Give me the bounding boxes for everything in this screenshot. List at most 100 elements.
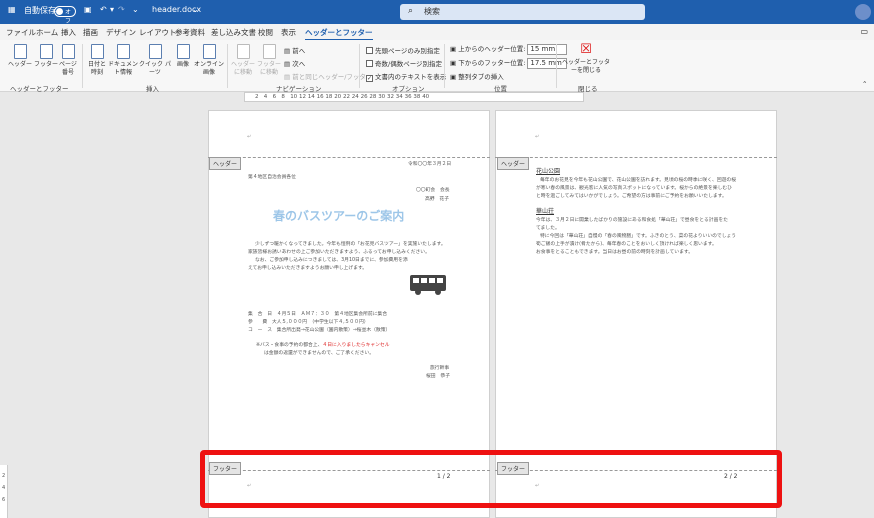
detail-line: コ ー ス 集合所出発→花山公園（園内散策）→桜並木（散策） xyxy=(248,328,391,333)
insert-alignment-tab-button[interactable]: ▣ 整列タブの挿入 xyxy=(450,71,504,81)
ruler-tick: 8 xyxy=(281,94,285,100)
ruler-tick: 2 xyxy=(255,94,259,100)
page-number-icon xyxy=(61,44,75,59)
ruler-tick: 30 xyxy=(378,94,386,100)
save-icon[interactable]: ▣ xyxy=(84,5,92,14)
footer-highlight-box xyxy=(200,450,782,508)
undo-dropdown-icon[interactable]: ▾ xyxy=(110,5,114,14)
word-app-icon[interactable]: ▦ xyxy=(8,5,16,14)
note-text: ※バス・食事の予約の都合上、 xyxy=(256,343,323,348)
body-text: なお、ご参加申し込みにつきましては、3月10日までに xyxy=(255,258,375,263)
ruler-tick: 2 xyxy=(2,473,6,479)
section-line: お食事をとることもできます。当日はお昼の前の時刻を計画しています。 xyxy=(536,250,694,255)
horizontal-ruler[interactable]: 2 4 6 8 10 12 14 16 18 20 22 24 26 28 30 32 34 36 38 40 xyxy=(244,92,584,102)
tab-review[interactable]: 校閲 xyxy=(258,27,273,38)
tab-view[interactable]: 表示 xyxy=(281,27,296,38)
header-button-label: ヘッダー xyxy=(7,61,32,68)
signature-role: 旅行幹事 xyxy=(430,366,450,371)
previous-label: 前へ xyxy=(292,47,306,55)
search-placeholder: 検索 xyxy=(424,7,440,16)
ribbon-tabs: ファイル ホーム 挿入 描画 デザイン レイアウト 参考資料 差し込み文書 校閲… xyxy=(0,24,874,41)
undo-icon[interactable]: ↶ xyxy=(100,5,107,14)
tab-home[interactable]: ホーム xyxy=(36,27,58,38)
different-first-page-checkbox[interactable]: 先頭ページのみ別指定 xyxy=(366,45,440,55)
tab-header-footer[interactable]: ヘッダーとフッター xyxy=(305,27,373,41)
note-line: ※バス・食事の予約の都合上、４日に入りましたらキャンセル xyxy=(256,341,390,348)
insert-alignment-tab-label: 整列タブの挿入 xyxy=(458,73,504,81)
ruler-tick: 38 xyxy=(413,94,421,100)
tab-file[interactable]: ファイル xyxy=(6,27,36,38)
document-info-button[interactable]: ドキュメント情報 xyxy=(108,44,138,77)
next-button[interactable]: ▤ 次へ xyxy=(284,58,305,68)
vertical-ruler[interactable]: 2 4 6 xyxy=(0,465,8,518)
tab-draw[interactable]: 描画 xyxy=(83,27,98,38)
section-heading: 花山公園 xyxy=(536,168,561,175)
header-separator-line xyxy=(208,157,490,158)
checkbox-unchecked xyxy=(366,47,373,54)
header-separator-line xyxy=(495,157,777,158)
header-button[interactable]: ヘッダー xyxy=(6,44,34,69)
show-document-text-checkbox[interactable]: ✓ 文書内のテキストを表示 xyxy=(366,71,446,82)
go-to-header-button[interactable]: ヘッダーに移動 xyxy=(229,44,257,77)
ruler-tick: 28 xyxy=(369,94,377,100)
customize-toolbar-icon[interactable]: ⌄ xyxy=(132,5,139,14)
tab-insert[interactable]: 挿入 xyxy=(61,27,76,38)
previous-button[interactable]: ▤ 前へ xyxy=(284,45,305,55)
search-box[interactable]: ⌕ 検索 xyxy=(400,4,645,20)
link-icon: ▤ xyxy=(284,73,293,81)
group-separator xyxy=(359,44,360,88)
ruler-tick: 4 xyxy=(263,94,268,100)
note-emphasis: ４日に入りましたらキャンセル xyxy=(322,343,390,348)
search-icon: ⌕ xyxy=(408,6,414,16)
redo-icon[interactable]: ↷ xyxy=(118,5,125,14)
group-separator xyxy=(444,44,445,88)
close-header-footer-label: ヘッダーとフッターを閉じる xyxy=(561,59,610,74)
header-position-field: ▣ 上からのヘッダー位置: 15 mm xyxy=(450,43,568,55)
go-to-footer-icon xyxy=(262,44,276,59)
link-to-previous-label: 前と同じヘッダー/フッター xyxy=(292,73,373,81)
section-line: 筍ご飯の上手が漬け(肴たから)、毎年春のことをおいしく頂ければ楽しく思います。 xyxy=(536,242,717,247)
header-tag[interactable]: ヘッダー xyxy=(497,157,530,170)
letter-title: 春のバスツアーのご案内 xyxy=(273,209,405,223)
tab-design[interactable]: デザイン xyxy=(106,27,136,38)
autosave-toggle[interactable]: オフ xyxy=(54,6,76,25)
go-to-header-label: ヘッダーに移動 xyxy=(230,61,255,76)
ruler-tick: 10 xyxy=(290,94,298,100)
checkbox-unchecked xyxy=(366,60,373,67)
section-line: てました。 xyxy=(536,226,560,231)
avatar[interactable] xyxy=(855,4,871,20)
date-time-label: 日付と時刻 xyxy=(87,61,106,76)
date-time-button[interactable]: 日付と時刻 xyxy=(86,44,108,77)
body-text: 、参加費用を添 xyxy=(374,258,408,263)
autosave-state: オフ xyxy=(65,9,72,25)
tab-layout[interactable]: レイアウト xyxy=(139,27,177,38)
page-number-button[interactable]: ページ番号 xyxy=(58,44,78,77)
bus-icon xyxy=(410,275,446,295)
paragraph-mark: ↵ xyxy=(247,134,252,140)
footer-button[interactable]: フッター xyxy=(34,44,58,69)
quick-parts-button[interactable]: クイック パーツ xyxy=(138,44,172,77)
body-line: 少しずつ暖かくなってきました。今年も恒例の「お花見バスツアー」を実施いたします。 xyxy=(255,242,446,247)
header-tag[interactable]: ヘッダー xyxy=(209,157,242,170)
pictures-label: 画像 xyxy=(176,61,189,68)
header-icon xyxy=(13,44,27,59)
footer-button-label: フッター xyxy=(34,61,59,68)
go-to-footer-button[interactable]: フッターに移動 xyxy=(257,44,281,77)
tab-mailings[interactable]: 差し込み文書 xyxy=(211,27,256,38)
online-pictures-button[interactable]: オンライン画像 xyxy=(194,44,224,77)
different-odd-even-label: 奇数/偶数ページ別指定 xyxy=(375,60,443,68)
comment-icon[interactable]: ▭ xyxy=(860,27,868,36)
group-label-header-footer: ヘッダーとフッター xyxy=(10,85,69,93)
online-pictures-label: オンライン画像 xyxy=(194,61,225,76)
ruler-tick: 24 xyxy=(351,94,359,100)
body-line: なお、ご参加申し込みにつきましては、3月10日までに、参加費用を添 xyxy=(255,256,408,263)
calendar-icon xyxy=(90,44,104,59)
pictures-button[interactable]: 画像 xyxy=(172,44,194,69)
close-header-footer-button[interactable]: ☒ ヘッダーとフッターを閉じる xyxy=(560,43,612,75)
tab-references[interactable]: 参考資料 xyxy=(175,27,205,38)
different-odd-even-checkbox[interactable]: 奇数/偶数ページ別指定 xyxy=(366,58,442,68)
next-icon: ▤ xyxy=(284,60,293,68)
collapse-ribbon-icon[interactable]: ⌃ xyxy=(862,80,867,88)
filename-dropdown-icon[interactable]: ⌄ xyxy=(192,5,199,14)
ruler-tick: 22 xyxy=(343,94,350,100)
